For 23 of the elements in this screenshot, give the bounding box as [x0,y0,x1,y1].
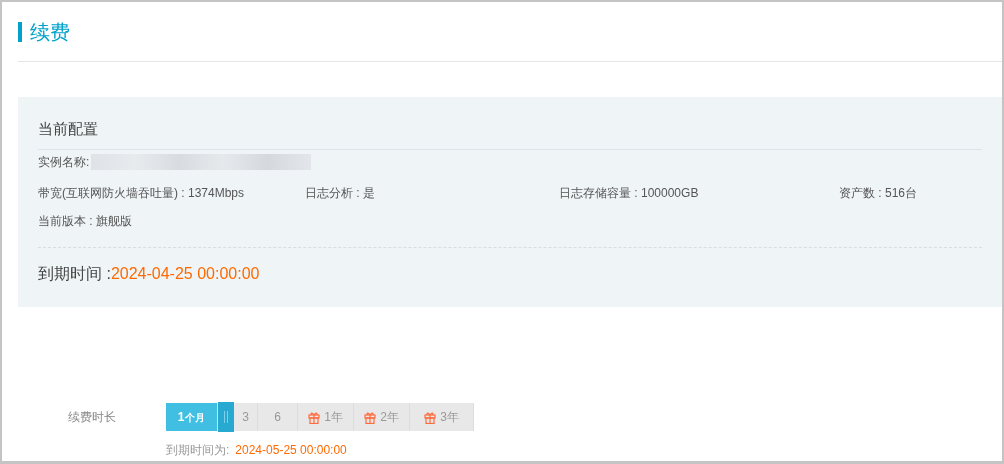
field-label: 续费时长 [67,409,117,426]
duration-option[interactable]: 1个月 [166,403,218,431]
duration-option[interactable]: 3年 [410,403,474,431]
duration-option[interactable]: 1年 [298,403,354,431]
instance-label: 实例名称: [38,154,90,171]
gift-icon [364,410,377,424]
duration-option[interactable]: 6 [258,403,298,431]
section-title: 当前配置 [38,120,98,137]
page-title: 续费 [30,19,70,45]
gift-icon [424,410,437,424]
spec-text: 日志分析 : 是 [305,185,376,202]
new-expiry-value: 2024-05-25 00:00:00 [235,442,347,459]
gift-icon [308,410,321,424]
spec-text: 资产数 : 516台 [839,185,919,202]
spec-text: 当前版本 : 旗舰版 [38,213,133,230]
new-expiry-label: 到期时间为: [166,442,230,459]
duration-option[interactable]: 3 [234,403,258,431]
spec-text: 带宽(互联网防火墙吞吐量) : 1374Mbps [38,185,246,202]
expiry-label: 到期时间 : [38,265,111,282]
spec-text: 日志存储容量 : 100000GB [559,185,700,202]
duration-option[interactable]: 2年 [354,403,410,431]
slider-handle[interactable] [218,402,234,432]
duration-slider[interactable]: 1个月 3 6 1年 2年 3年 [166,403,474,431]
